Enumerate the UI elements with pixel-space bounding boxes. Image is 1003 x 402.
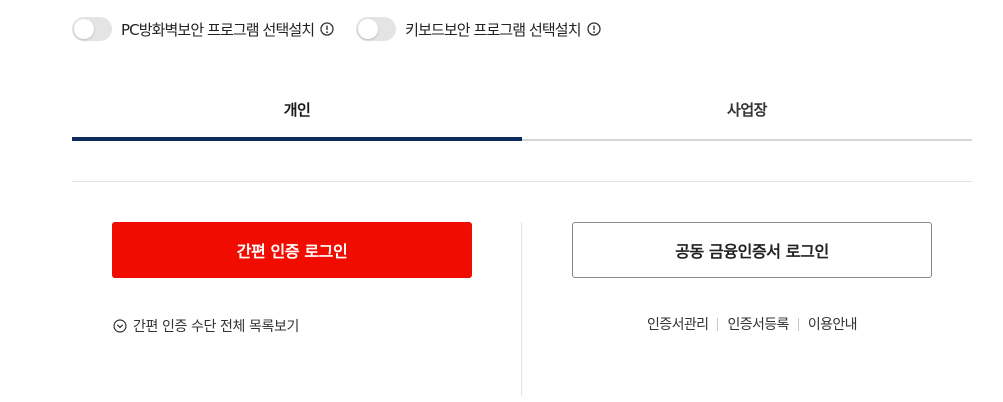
link-separator: [797, 317, 799, 331]
firewall-option: PC방화벽보안 프로그램 선택설치: [72, 17, 334, 41]
login-type-tabs: 개인 사업장: [72, 86, 972, 141]
tab-personal[interactable]: 개인: [72, 86, 522, 141]
toggle-knob: [74, 19, 94, 39]
keyboard-option: 키보드보안 프로그램 선택설치: [356, 17, 601, 41]
keyboard-option-label: 키보드보안 프로그램 선택설치: [405, 20, 581, 39]
joint-cert-login-button[interactable]: 공동 금융인증서 로그인: [572, 222, 932, 278]
info-circle-icon[interactable]: [320, 22, 334, 36]
panel-divider: [521, 222, 522, 396]
link-separator: [717, 317, 719, 331]
view-all-auth-methods-link[interactable]: 간편 인증 수단 전체 목록보기: [113, 316, 299, 336]
firewall-toggle-switch[interactable]: [72, 17, 112, 41]
usage-guide-link[interactable]: 이용안내: [808, 314, 858, 334]
view-all-auth-methods-label: 간편 인증 수단 전체 목록보기: [133, 319, 299, 335]
toggle-knob: [358, 19, 379, 39]
simple-auth-login-button[interactable]: 간편 인증 로그인: [112, 222, 472, 278]
info-circle-icon[interactable]: [586, 22, 601, 36]
security-options-row: PC방화벽보안 프로그램 선택설치 키보드보안 프로그램 선택설치: [72, 16, 623, 42]
chevron-down-circle-icon: [113, 319, 127, 333]
section-divider: [72, 181, 972, 182]
firewall-option-label: PC방화벽보안 프로그램 선택설치: [121, 20, 315, 39]
cert-links: 인증서관리 인증서등록 이용안내: [572, 314, 932, 334]
cert-manage-link[interactable]: 인증서관리: [647, 314, 709, 334]
cert-register-link[interactable]: 인증서등록: [727, 314, 789, 334]
keyboard-toggle-switch[interactable]: [356, 17, 397, 41]
tab-business[interactable]: 사업장: [522, 86, 972, 141]
